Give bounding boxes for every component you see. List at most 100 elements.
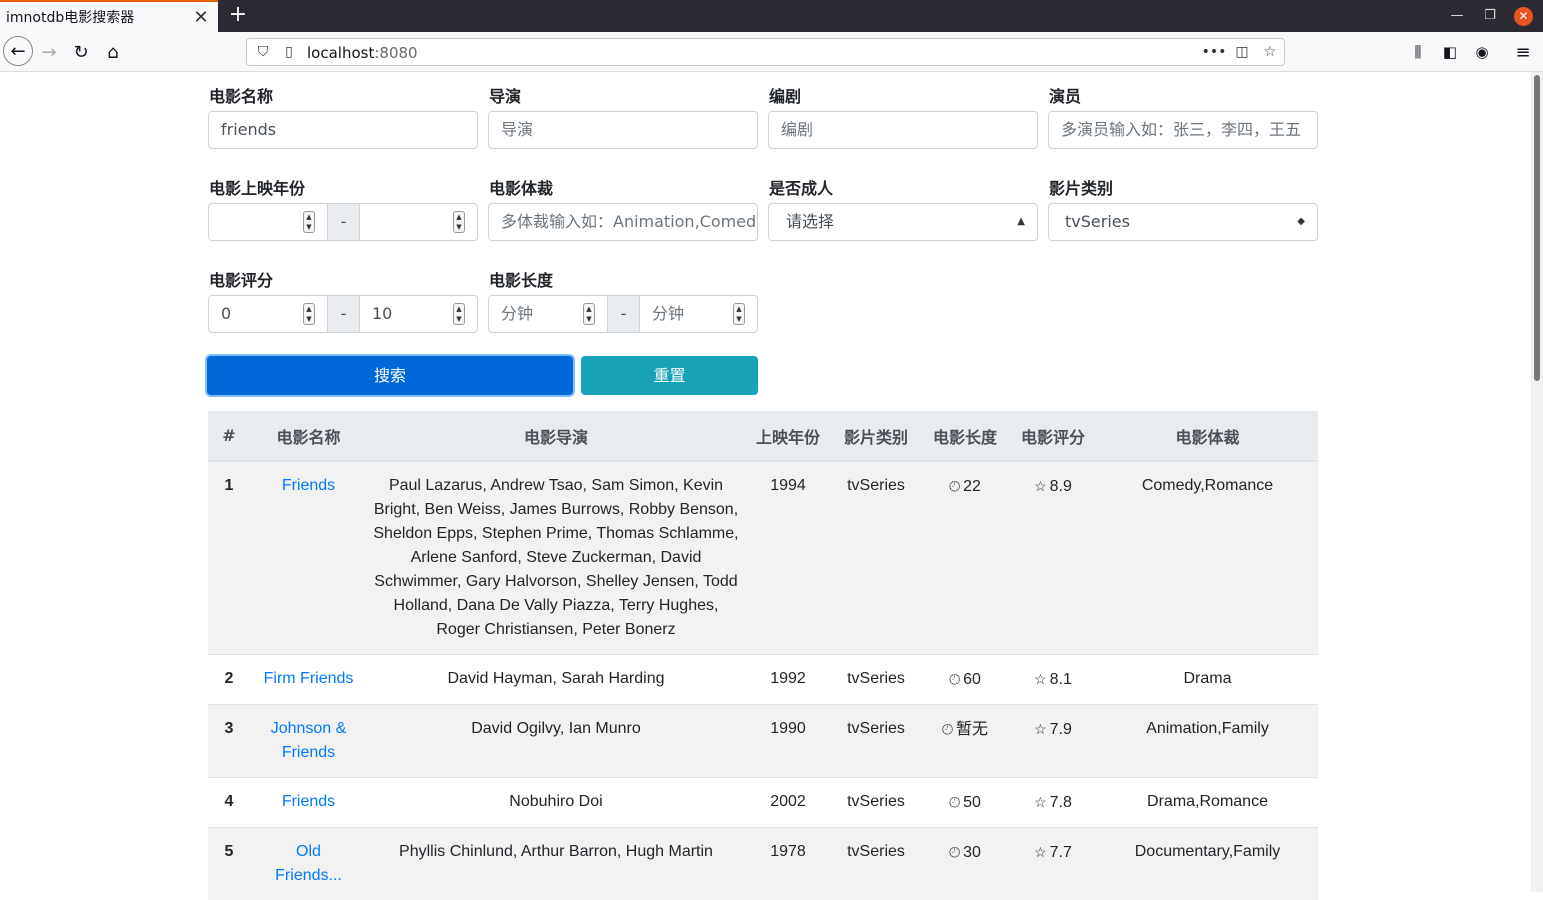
forward-icon[interactable]: → [37,40,61,64]
movie-title-link[interactable]: Friends [282,477,335,494]
menu-icon[interactable]: ≡ [1511,40,1535,64]
table-row: 1 Friends Paul Lazarus, Andrew Tsao, Sam… [208,461,1318,655]
director-label: 导演 [489,83,521,107]
spinner-icon[interactable]: ▲▼ [303,303,315,325]
year-cell: 2002 [745,778,831,828]
length-label: 电影长度 [489,267,553,291]
col-header-director: 电影导演 [367,411,745,461]
browser-tab[interactable]: imnotdb电影搜索器 ✕ [0,0,218,32]
length-cell: 🕘︎50 [921,778,1009,828]
rating-max-input[interactable]: 10 ▲▼ [359,295,478,333]
more-actions-icon[interactable]: ••• [1204,42,1224,62]
results-table: # 电影名称 电影导演 上映年份 影片类别 电影长度 电影评分 电影体裁 1 F… [208,411,1318,900]
spinner-icon[interactable]: ▲▼ [733,303,745,325]
minimize-icon[interactable]: — [1447,6,1467,26]
movie-title-link[interactable]: Friends [282,793,335,810]
type-cell: tvSeries [831,461,921,655]
type-select[interactable]: tvSeries ◆ [1048,203,1318,241]
new-tab-icon[interactable]: + [226,3,250,27]
year-cell: 1978 [745,828,831,900]
rating-range: 0 ▲▼ - 10 ▲▼ [208,295,478,333]
window-close-icon[interactable]: ✕ [1514,7,1533,26]
col-header-type: 影片类别 [831,411,921,461]
name-input[interactable]: friends [208,111,478,149]
bookmark-star-icon[interactable]: ☆ [1260,42,1280,62]
adult-select-value: 请选择 [786,212,834,231]
length-cell: 🕘︎22 [921,461,1009,655]
shield-icon[interactable]: ⛉ [253,42,273,62]
rating-label: 电影评分 [209,267,273,291]
length-cell: 🕘︎60 [921,655,1009,705]
account-icon[interactable]: ◉ [1470,40,1494,64]
movie-title-link[interactable]: Firm Friends [264,670,354,687]
year-max-input[interactable]: ▲▼ [359,203,478,241]
length-min-input[interactable]: 分钟 ▲▼ [488,295,608,333]
sidebar-icon[interactable]: ◧ [1438,40,1462,64]
adult-label: 是否成人 [769,175,833,199]
close-tab-icon[interactable]: ✕ [190,6,212,28]
page-scrollbar[interactable] [1531,72,1543,892]
row-index: 1 [208,461,250,655]
spinner-icon[interactable]: ▲▼ [583,303,595,325]
tab-title: imnotdb电影搜索器 [6,7,190,27]
star-icon: ☆ [1034,671,1047,687]
select-arrows-icon: ◆ [1297,205,1305,239]
movie-title-link[interactable]: Old Friends... [275,843,342,884]
pocket-icon[interactable]: ◫ [1232,42,1252,62]
clock-icon: 🕘︎ [949,844,960,860]
writer-input[interactable]: 编剧 [768,111,1038,149]
clock-icon: 🕘︎ [949,671,960,687]
back-icon[interactable]: ← [3,36,33,66]
row-index: 2 [208,655,250,705]
search-button[interactable]: 搜索 [207,356,573,395]
reset-button[interactable]: 重置 [581,356,758,395]
row-index: 5 [208,828,250,900]
table-row: 4 Friends Nobuhiro Doi 2002 tvSeries 🕘︎5… [208,778,1318,828]
genre-input[interactable]: 多体裁输入如：Animation,Comedy [488,203,758,241]
table-row: 3 Johnson & Friends David Ogilvy, Ian Mu… [208,705,1318,778]
home-icon[interactable]: ⌂ [101,40,125,64]
length-max-input[interactable]: 分钟 ▲▼ [639,295,758,333]
type-cell: tvSeries [831,655,921,705]
table-row: 2 Firm Friends David Hayman, Sarah Hardi… [208,655,1318,705]
type-label: 影片类别 [1049,175,1113,199]
page-icon[interactable]: ▯ [279,42,299,62]
range-separator: - [328,295,359,333]
col-header-length: 电影长度 [921,411,1009,461]
type-select-value: tvSeries [1065,212,1130,231]
clock-icon: 🕘︎ [949,478,960,494]
movie-title-link[interactable]: Johnson & Friends [271,720,347,761]
address-bar[interactable]: ⛉ ▯ localhost:8080 ••• ◫ ☆ [246,38,1285,66]
genre-cell: Documentary,Family [1097,828,1318,900]
row-index: 3 [208,705,250,778]
range-separator: - [328,203,359,241]
library-icon[interactable]: ⫼ [1406,40,1430,64]
scroll-thumb[interactable] [1534,75,1540,381]
rating-cell: ☆7.9 [1009,705,1097,778]
year-min-input[interactable]: ▲▼ [208,203,328,241]
tab-strip: imnotdb电影搜索器 ✕ + — ❐ ✕ [0,0,1543,32]
range-separator: - [608,295,639,333]
col-header-genre: 电影体裁 [1097,411,1318,461]
restore-icon[interactable]: ❐ [1480,6,1500,26]
director-cell: David Ogilvy, Ian Munro [367,705,745,778]
adult-select[interactable]: 请选择 ▲ [768,203,1038,241]
rating-cell: ☆8.1 [1009,655,1097,705]
rating-min-input[interactable]: 0 ▲▼ [208,295,328,333]
star-icon: ☆ [1034,794,1047,810]
genre-cell: Comedy,Romance [1097,461,1318,655]
navigation-toolbar: ← → ↻ ⌂ ⛉ ▯ localhost:8080 ••• ◫ ☆ ⫼ ◧ ◉… [0,32,1543,72]
col-header-year: 上映年份 [745,411,831,461]
actor-input[interactable]: 多演员输入如：张三，李四，王五 [1048,111,1318,149]
name-label: 电影名称 [209,83,273,107]
length-cell: 🕘︎暂无 [921,705,1009,778]
year-cell: 1994 [745,461,831,655]
reload-icon[interactable]: ↻ [69,40,93,64]
star-icon: ☆ [1034,721,1047,737]
year-cell: 1990 [745,705,831,778]
spinner-icon[interactable]: ▲▼ [303,211,315,233]
spinner-icon[interactable]: ▲▼ [453,303,465,325]
url-text: localhost:8080 [307,44,418,62]
director-input[interactable]: 导演 [488,111,758,149]
spinner-icon[interactable]: ▲▼ [453,211,465,233]
